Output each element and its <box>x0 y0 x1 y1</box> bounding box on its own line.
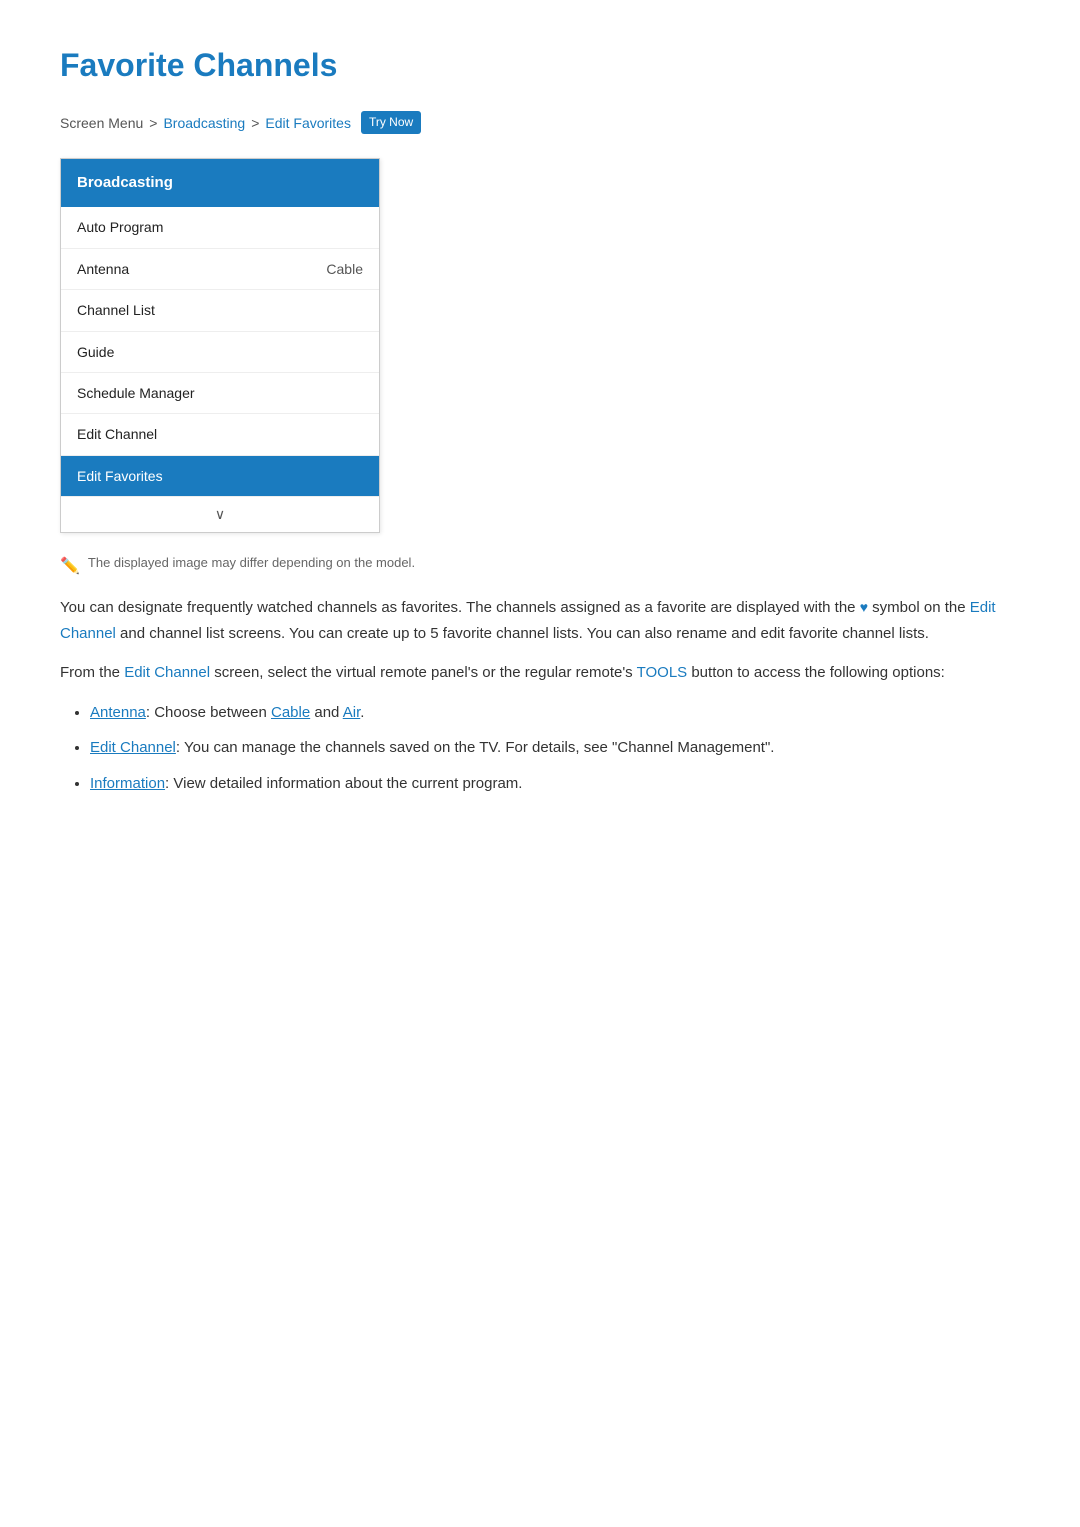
note-icon: ✏️ <box>60 554 80 580</box>
try-now-badge[interactable]: Try Now <box>361 111 421 134</box>
breadcrumb: Screen Menu > Broadcasting > Edit Favori… <box>60 111 1020 134</box>
menu-item-label: Edit Channel <box>77 423 157 445</box>
menu-header: Broadcasting <box>61 159 379 207</box>
antenna-link[interactable]: Antenna <box>90 704 146 721</box>
note-text: The displayed image may differ depending… <box>88 553 415 574</box>
cable-link[interactable]: Cable <box>271 704 310 721</box>
menu-item-edit-favorites[interactable]: Edit Favorites <box>61 456 379 497</box>
breadcrumb-separator-2: > <box>251 112 259 134</box>
heart-icon: ♥ <box>860 599 868 615</box>
menu-panel: Broadcasting Auto Program Antenna Cable Cha… <box>60 158 380 532</box>
tools-link[interactable]: TOOLS <box>637 664 688 681</box>
air-link[interactable]: Air <box>343 704 361 721</box>
menu-item-label: Schedule Manager <box>77 382 195 404</box>
menu-item-value: Cable <box>326 258 363 280</box>
menu-items-container: Auto Program Antenna Cable Channel List Guid… <box>61 207 379 497</box>
content-para1: You can designate frequently watched cha… <box>60 595 1020 646</box>
content-para2: From the Edit Channel screen, select the… <box>60 660 1020 686</box>
breadcrumb-edit-favorites-link[interactable]: Edit Favorites <box>265 112 351 134</box>
page-title: Favorite Channels <box>60 40 1020 91</box>
list-item-information: Information: View detailed information a… <box>90 771 1020 797</box>
menu-item-label: Channel List <box>77 299 155 321</box>
edit-channel-link-2[interactable]: Edit Channel <box>124 664 210 681</box>
breadcrumb-screen-menu: Screen Menu <box>60 112 143 134</box>
menu-item-antenna[interactable]: Antenna Cable <box>61 249 379 290</box>
list-item-edit-channel: Edit Channel: You can manage the channel… <box>90 735 1020 761</box>
menu-item-auto-program[interactable]: Auto Program <box>61 207 379 248</box>
menu-item-guide[interactable]: Guide <box>61 332 379 373</box>
menu-item-channel-list[interactable]: Channel List <box>61 290 379 331</box>
information-link[interactable]: Information <box>90 775 165 792</box>
menu-chevron[interactable]: ∨ <box>61 497 379 531</box>
note-row: ✏️ The displayed image may differ depend… <box>60 553 1020 580</box>
menu-item-edit-channel[interactable]: Edit Channel <box>61 414 379 455</box>
menu-item-label: Antenna <box>77 258 129 280</box>
menu-item-label: Auto Program <box>77 216 163 238</box>
menu-item-schedule-manager[interactable]: Schedule Manager <box>61 373 379 414</box>
breadcrumb-separator-1: > <box>149 112 157 134</box>
list-item-antenna: Antenna: Choose between Cable and Air. <box>90 700 1020 726</box>
bullet-list: Antenna: Choose between Cable and Air. E… <box>60 700 1020 797</box>
edit-channel-link-3[interactable]: Edit Channel <box>90 739 176 756</box>
breadcrumb-broadcasting-link[interactable]: Broadcasting <box>163 112 245 134</box>
menu-item-label: Guide <box>77 341 114 363</box>
edit-channel-link-1[interactable]: Edit Channel <box>60 599 996 642</box>
menu-item-label: Edit Favorites <box>77 465 163 487</box>
